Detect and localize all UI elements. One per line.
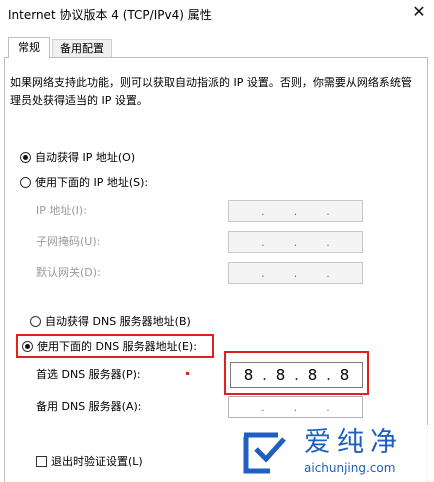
dns-manual-radio[interactable]	[22, 340, 33, 352]
ip-manual-label: 使用下面的 IP 地址(S):	[35, 176, 149, 189]
preferred-dns-field[interactable]: 8. 8. 8. 8	[230, 362, 363, 388]
alt-dns-dot: .	[326, 400, 330, 414]
ip-auto-radio[interactable]	[20, 151, 31, 163]
title-bar: Internet 协议版本 4 (TCP/IPv4) 属性 ✕	[0, 0, 434, 28]
window-title: Internet 协议版本 4 (TCP/IPv4) 属性	[8, 8, 212, 22]
dns-auto-radio[interactable]	[30, 315, 41, 327]
ip-manual-option[interactable]: 使用下面的 IP 地址(S):	[20, 173, 148, 191]
gateway-field[interactable]: . . .	[228, 262, 363, 284]
preferred-dns-label: 首选 DNS 服务器(P):	[36, 368, 141, 381]
dns-manual-label: 使用下面的 DNS 服务器地址(E):	[37, 340, 197, 353]
close-icon[interactable]: ✕	[408, 2, 430, 22]
ip-dot: .	[326, 204, 330, 218]
tab-general[interactable]: 常规	[8, 37, 50, 58]
alt-dns-dot: .	[261, 400, 265, 414]
validate-on-exit-checkbox[interactable]	[36, 455, 47, 467]
dns-auto-option[interactable]: 自动获得 DNS 服务器地址(B)	[30, 312, 191, 330]
dns-dot: .	[326, 366, 331, 384]
ip-auto-label: 自动获得 IP 地址(O)	[35, 151, 136, 164]
ip-auto-option[interactable]: 自动获得 IP 地址(O)	[20, 148, 135, 166]
dns-dot: .	[294, 366, 299, 384]
alternate-dns-field[interactable]: . . .	[228, 396, 363, 418]
gateway-dot: .	[261, 266, 265, 280]
red-marker-dot	[186, 372, 189, 375]
validate-on-exit-label: 退出时验证设置(L)	[51, 455, 143, 468]
dns-auto-label: 自动获得 DNS 服务器地址(B)	[45, 315, 191, 328]
dns-dot: .	[262, 366, 267, 384]
watermark-brand: 爱纯净	[304, 427, 403, 458]
ip-dot: .	[293, 204, 298, 218]
description-text: 如果网络支持此功能，则可以获取自动指派的 IP 设置。否则，你需要从网络系统管理…	[10, 76, 412, 107]
gateway-label: 默认网关(D):	[36, 266, 101, 279]
tab-alternate-config[interactable]: 备用配置	[52, 39, 112, 58]
alternate-dns-label: 备用 DNS 服务器(A):	[36, 400, 142, 413]
alt-dns-dot: .	[293, 400, 298, 414]
mask-dot: .	[293, 235, 298, 249]
ip-dot: .	[261, 204, 265, 218]
ip-manual-radio[interactable]	[20, 176, 31, 188]
gateway-dot: .	[326, 266, 330, 280]
ip-address-label: IP 地址(I):	[36, 204, 87, 217]
validate-on-exit-option[interactable]: 退出时验证设置(L)	[36, 452, 143, 470]
mask-dot: .	[261, 235, 265, 249]
subnet-mask-label: 子网掩码(U):	[36, 235, 101, 248]
ip-address-field[interactable]: . . .	[228, 200, 363, 222]
watermark-url: aichunjing.com	[304, 461, 396, 475]
watermark: 爱纯净 aichunjing.com	[234, 425, 430, 481]
subnet-mask-field[interactable]: . . .	[228, 231, 363, 253]
gateway-dot: .	[293, 266, 298, 280]
mask-dot: .	[326, 235, 330, 249]
dns-manual-option[interactable]: 使用下面的 DNS 服务器地址(E):	[22, 337, 197, 355]
watermark-logo-icon	[243, 432, 286, 474]
